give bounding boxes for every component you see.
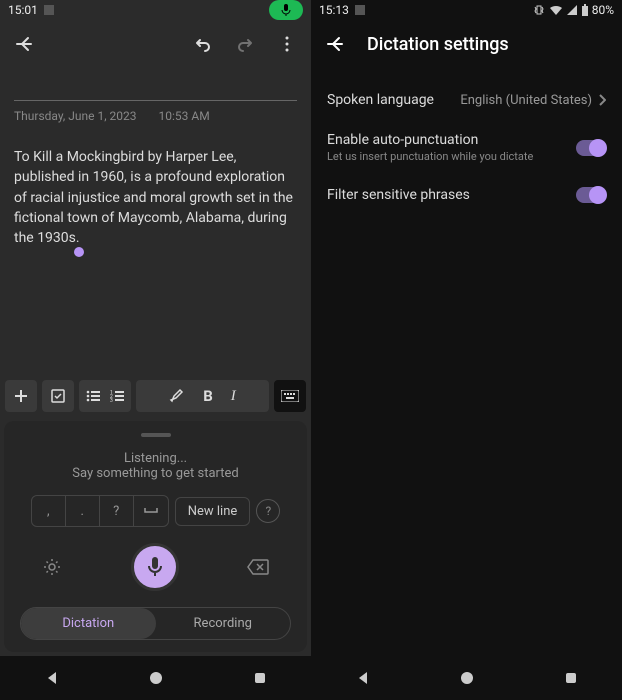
status-time: 15:13	[319, 3, 349, 17]
nav-recent-icon[interactable]	[254, 672, 266, 684]
notification-indicator	[44, 5, 54, 15]
mic-indicator-pill[interactable]	[269, 0, 303, 20]
toggle-auto-punctuation[interactable]	[576, 140, 606, 156]
status-bar-right: 15:13 80%	[311, 0, 622, 20]
wifi-icon	[549, 4, 563, 16]
bold-icon: B	[203, 387, 213, 405]
note-date: Thursday, June 1, 2023	[14, 109, 137, 123]
mic-record-button[interactable]	[131, 543, 179, 591]
nav-back-icon[interactable]	[356, 671, 370, 685]
svg-text:3: 3	[110, 398, 113, 402]
redo-button	[233, 32, 257, 56]
keyboard-icon	[281, 390, 299, 402]
plus-icon	[13, 388, 29, 404]
battery-icon	[581, 4, 589, 16]
format-toolbar: 123 B I	[0, 375, 311, 417]
backspace-button[interactable]	[247, 559, 269, 575]
status-bar-left: 15:01	[0, 0, 311, 20]
battery-percent: 80%	[592, 3, 614, 17]
nav-back-icon[interactable]	[45, 671, 59, 685]
row-subtitle: Let us insert punctuation while you dict…	[327, 150, 533, 163]
tab-dictation[interactable]: Dictation	[21, 608, 156, 639]
newline-button[interactable]: New line	[175, 497, 251, 526]
space-icon	[144, 507, 158, 515]
add-button[interactable]	[5, 380, 37, 412]
gear-icon	[42, 557, 62, 577]
text-style-group[interactable]: B I	[136, 380, 269, 412]
page-title: Dictation settings	[367, 34, 509, 55]
chevron-right-icon	[598, 94, 606, 106]
period-button[interactable]: .	[66, 496, 100, 526]
row-filter-phrases[interactable]: Filter sensitive phrases	[327, 175, 606, 215]
list-buttons[interactable]: 123	[79, 380, 131, 412]
highlight-icon	[169, 388, 185, 404]
row-auto-punctuation[interactable]: Enable auto-punctuation Let us insert pu…	[327, 120, 606, 175]
nav-recent-icon[interactable]	[565, 672, 577, 684]
dictation-panel: Listening... Say something to get starte…	[4, 421, 307, 652]
vibrate-icon	[532, 3, 546, 17]
settings-list: Spoken language English (United States) …	[311, 68, 622, 656]
redo-icon	[235, 34, 255, 54]
android-navbar-right	[311, 656, 622, 700]
app-bar-right: Dictation settings	[311, 20, 622, 68]
mic-icon	[147, 556, 163, 578]
nav-home-icon[interactable]	[460, 671, 474, 685]
italic-icon: I	[231, 388, 236, 405]
text-cursor-handle[interactable]	[74, 247, 84, 257]
bullet-list-icon	[86, 390, 100, 402]
nav-home-icon[interactable]	[149, 671, 163, 685]
toggle-filter-phrases[interactable]	[576, 187, 606, 203]
back-button[interactable]	[12, 32, 36, 56]
more-button[interactable]	[275, 32, 299, 56]
row-spoken-language[interactable]: Spoken language English (United States)	[327, 80, 606, 120]
number-list-icon: 123	[110, 390, 124, 402]
note-text[interactable]: To Kill a Mockingbird by Harper Lee, pub…	[14, 147, 297, 248]
drag-handle[interactable]	[141, 433, 171, 437]
mode-segment: Dictation Recording	[20, 607, 291, 640]
listening-subtitle: Say something to get started	[12, 466, 299, 481]
note-body[interactable]: Thursday, June 1, 2023 10:53 AM To Kill …	[0, 68, 311, 375]
punctuation-group: , . ?	[31, 495, 169, 527]
keyboard-button[interactable]	[274, 380, 306, 412]
listening-title: Listening...	[12, 451, 299, 466]
question-button[interactable]: ?	[100, 496, 134, 526]
help-button[interactable]: ?	[256, 499, 280, 523]
row-label: Enable auto-punctuation	[327, 132, 533, 148]
undo-icon	[193, 34, 213, 54]
signal-icon	[566, 4, 578, 16]
status-time: 15:01	[8, 3, 38, 17]
arrow-left-icon	[325, 34, 345, 54]
android-navbar-left	[0, 656, 311, 700]
arrow-left-icon	[14, 34, 34, 54]
row-value: English (United States)	[460, 93, 592, 108]
settings-gear-button[interactable]	[42, 557, 62, 577]
mic-icon	[281, 4, 291, 16]
checkbox-icon	[50, 388, 66, 404]
more-vertical-icon	[285, 36, 289, 52]
space-button[interactable]	[134, 496, 168, 526]
undo-button[interactable]	[191, 32, 215, 56]
comma-button[interactable]: ,	[32, 496, 66, 526]
backspace-icon	[247, 559, 269, 575]
back-button[interactable]	[323, 32, 347, 56]
row-label: Spoken language	[327, 92, 434, 108]
checklist-button[interactable]	[42, 380, 74, 412]
row-label: Filter sensitive phrases	[327, 187, 470, 203]
divider	[14, 100, 297, 101]
notification-indicator	[355, 5, 365, 15]
note-time: 10:53 AM	[159, 109, 210, 123]
app-bar-left	[0, 20, 311, 68]
tab-recording[interactable]: Recording	[156, 608, 291, 639]
